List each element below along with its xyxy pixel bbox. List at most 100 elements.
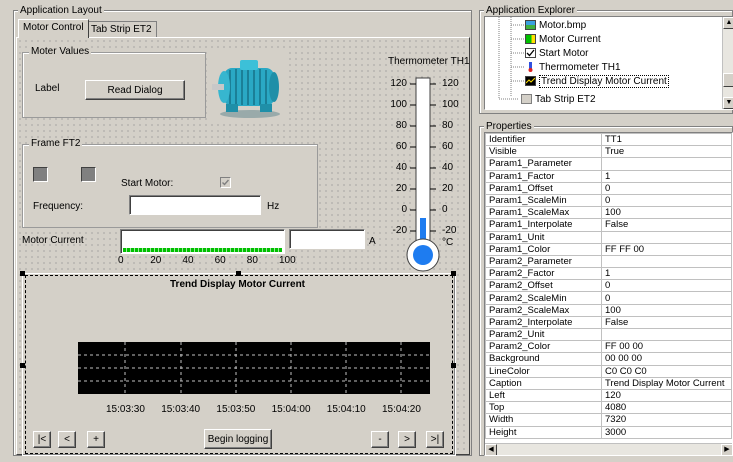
scroll-thumb[interactable] [723,73,733,87]
resize-handle[interactable] [451,271,456,276]
property-row[interactable]: Left 120 [485,388,732,403]
property-name: Identifier [485,133,602,147]
tree-item-label: Thermometer TH1 [539,61,621,73]
property-value[interactable]: 7320 [601,413,732,427]
property-name: Background [485,352,602,366]
read-dialog-button[interactable]: Read Dialog [85,80,185,100]
property-row[interactable]: Param2_ScaleMin 0 [485,291,732,305]
tree-item-start-motor[interactable]: Start Motor [525,47,588,59]
property-row[interactable]: Param1_Unit [485,230,732,244]
motor-current-bar [120,229,285,254]
explorer-scrollbar[interactable]: ▲ ▼ [722,17,733,109]
property-row[interactable]: Param2_Parameter [485,254,732,269]
frame-ft2-title: Frame FT2 [29,138,83,150]
property-value[interactable]: FF FF 00 [601,242,732,256]
property-name: Param1_ScaleMin [485,193,602,208]
trend-time-label: 15:04:10 [326,404,366,415]
property-row[interactable]: Param2_Interpolate False [485,315,732,330]
tree-item-tab-strip-et2[interactable]: Tab Strip ET2 [521,93,596,105]
property-value[interactable]: False [601,315,732,330]
property-value[interactable]: TT1 [601,133,732,147]
property-value[interactable]: 120 [601,388,732,403]
property-row[interactable]: Caption Trend Display Motor Current [485,376,732,390]
property-value[interactable]: 0 [601,291,732,305]
property-value[interactable]: 0 [601,279,732,293]
property-value[interactable]: False [601,218,732,232]
property-row[interactable]: Top 4080 [485,401,732,415]
property-row[interactable]: Param1_Color FF FF 00 [485,242,732,256]
property-value[interactable] [601,230,732,244]
resize-handle[interactable] [20,363,25,368]
tab-strip-et2[interactable]: Tab Strip ET2 [86,21,157,38]
resize-handle[interactable] [20,271,25,276]
property-row[interactable]: Param2_ScaleMax 100 [485,303,732,317]
property-value[interactable]: 1 [601,267,732,281]
property-row[interactable]: Param2_Offset 0 [485,279,732,293]
trend-minus-button[interactable]: - [371,431,389,448]
resize-handle[interactable] [451,363,456,368]
scroll-down-icon[interactable]: ▼ [723,97,733,109]
motor-current-value-field[interactable] [289,229,365,249]
property-name: Param2_Color [485,340,602,354]
property-row[interactable]: Param2_Color FF 00 00 [485,340,732,354]
tree-item-trend-display[interactable]: Trend Display Motor Current [525,74,669,88]
thermometer-tick-label-right: 120 [442,78,459,89]
property-value[interactable]: C0 C0 C0 [601,364,732,378]
property-value[interactable]: 100 [601,303,732,317]
tree-item-motor-bmp[interactable]: Motor.bmp [525,19,586,31]
property-value[interactable]: 0 [601,193,732,208]
property-row[interactable]: Param1_Factor 1 [485,169,732,183]
thermometer-tick-label-right: 0 [442,204,448,215]
property-row[interactable]: Param2_Factor 1 [485,267,732,281]
property-row[interactable]: Visible True [485,145,732,159]
property-row[interactable]: Param1_Parameter [485,157,732,171]
tree-item-motor-current[interactable]: Motor Current [525,33,601,45]
property-row[interactable]: Param2_Unit [485,327,732,342]
property-value[interactable] [601,327,732,342]
scroll-up-icon[interactable]: ▲ [723,17,733,29]
tab-motor-control[interactable]: Motor Control [18,19,89,38]
property-name: Width [485,413,602,427]
trend-plus-button[interactable]: + [87,431,105,448]
resize-handle[interactable] [236,271,241,276]
properties-hscrollbar[interactable]: ◀ ▶ [485,443,732,455]
property-value[interactable]: 100 [601,206,732,220]
frequency-input[interactable] [129,195,261,215]
checkmark-icon [222,179,230,186]
property-value[interactable]: 0 [601,181,732,195]
trend-prev-button[interactable]: < [58,431,76,448]
property-name: LineColor [485,364,602,378]
property-row[interactable]: Param1_Interpolate False [485,218,732,232]
property-value[interactable]: Trend Display Motor Current [601,376,732,390]
property-row[interactable]: Param1_Offset 0 [485,181,732,195]
property-value[interactable]: 00 00 00 [601,352,732,366]
property-value[interactable] [601,254,732,269]
property-row[interactable]: LineColor C0 C0 C0 [485,364,732,378]
property-value[interactable]: 3000 [601,425,732,439]
tree-item-thermometer[interactable]: Thermometer TH1 [525,61,621,73]
trend-last-button[interactable]: >| [426,431,444,448]
property-row[interactable]: Width 7320 [485,413,732,427]
begin-logging-button[interactable]: Begin logging [204,429,272,449]
start-motor-checkbox[interactable] [220,177,231,188]
tree-item-label: Motor.bmp [539,19,587,31]
property-value[interactable] [601,157,732,171]
thermometer-tick-label-right: -20 [442,225,457,236]
trend-next-button[interactable]: > [398,431,416,448]
property-row[interactable]: Background 00 00 00 [485,352,732,366]
property-row[interactable]: Identifier TT1 [485,133,732,147]
property-value[interactable]: FF 00 00 [601,340,732,354]
motor-current-tick-label: 60 [214,255,226,266]
property-row[interactable]: Param1_ScaleMin 0 [485,193,732,208]
property-value[interactable]: 4080 [601,401,732,415]
scroll-right-icon[interactable]: ▶ [721,444,732,455]
property-row[interactable]: Param1_ScaleMax 100 [485,206,732,220]
trend-first-button[interactable]: |< [33,431,51,448]
tab-strip-et2-label: Tab Strip ET2 [91,24,152,35]
scroll-left-icon[interactable]: ◀ [485,444,497,455]
property-row[interactable]: Height 3000 [485,425,732,439]
trend-display[interactable]: Trend Display Motor Current 15:03:30 15:0… [22,273,456,456]
property-value[interactable]: True [601,145,732,159]
property-value[interactable]: 1 [601,169,732,183]
tree-item-label: Motor Current [539,33,601,45]
